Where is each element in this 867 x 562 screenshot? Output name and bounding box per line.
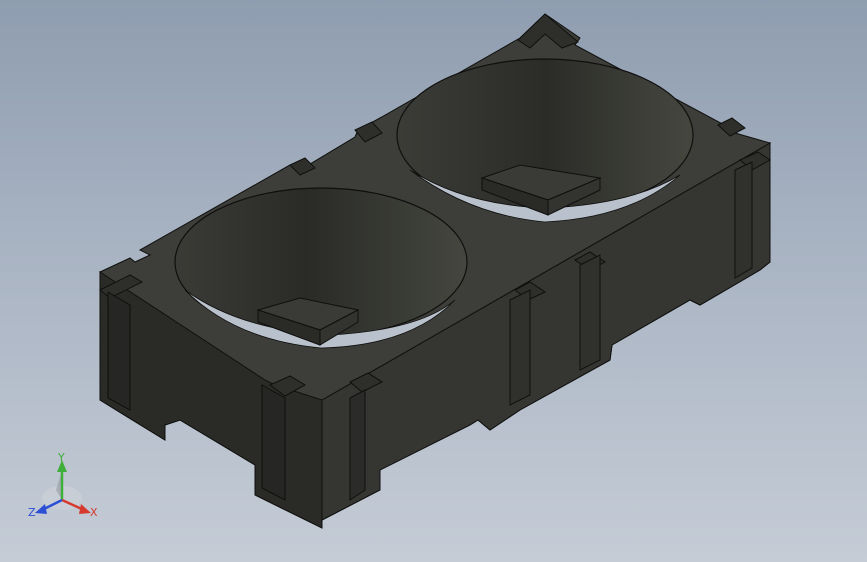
groove — [107, 291, 131, 411]
groove — [261, 384, 286, 501]
groove — [734, 161, 753, 279]
orientation-triad[interactable]: Y X Z — [28, 451, 98, 519]
battery-holder-model[interactable] — [98, 13, 772, 529]
groove — [509, 289, 531, 406]
x-axis-label: X — [90, 506, 98, 519]
graphics-viewport[interactable]: Y X Z — [0, 0, 867, 562]
model-view[interactable]: Y X Z — [0, 0, 867, 562]
z-axis-label: Z — [28, 506, 36, 519]
groove — [349, 389, 366, 501]
z-arrow-icon — [35, 504, 47, 514]
y-axis-label: Y — [57, 451, 65, 464]
groove — [579, 254, 601, 371]
